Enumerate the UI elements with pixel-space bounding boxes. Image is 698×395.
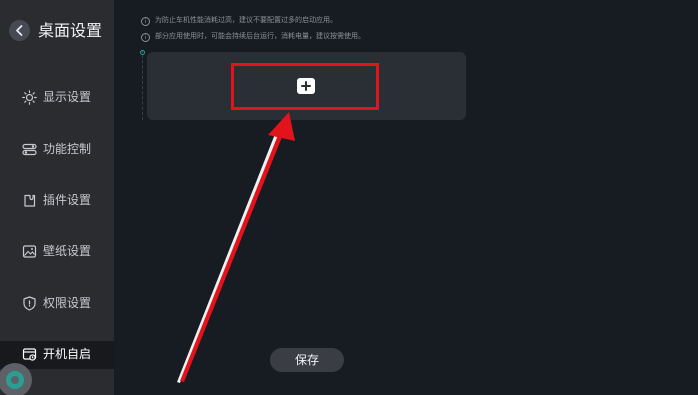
- annotation-arrow: [177, 112, 295, 383]
- save-button[interactable]: 保存: [270, 348, 344, 372]
